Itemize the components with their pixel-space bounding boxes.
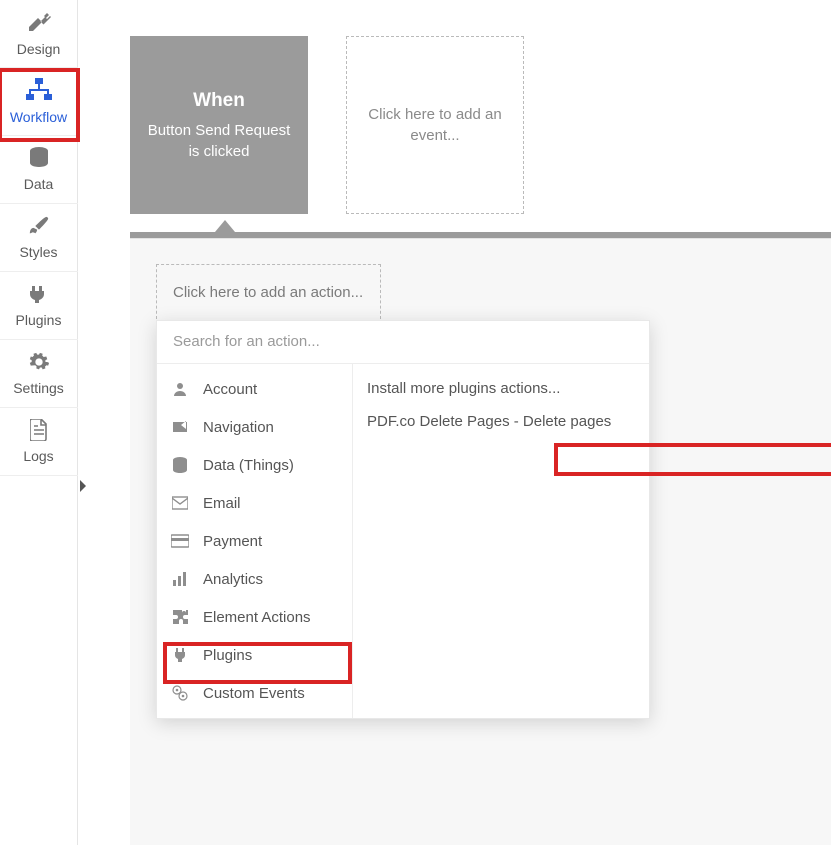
category-label: Element Actions <box>203 609 311 626</box>
action-install-more[interactable]: Install more plugins actions... <box>353 372 649 405</box>
add-action-placeholder[interactable]: Click here to add an action... <box>156 264 381 319</box>
category-label: Email <box>203 495 241 512</box>
sidebar-item-styles[interactable]: Styles <box>0 204 78 272</box>
category-plugins[interactable]: Plugins <box>157 636 352 674</box>
category-element-actions[interactable]: Element Actions <box>157 598 352 636</box>
action-list: Install more plugins actions... PDF.co D… <box>353 364 649 718</box>
brush-icon <box>28 215 50 240</box>
sidebar-item-label: Plugins <box>16 312 62 328</box>
search-input[interactable] <box>173 333 633 350</box>
category-label: Data (Things) <box>203 457 294 474</box>
sidebar: Design Workflow Data Styles Plugins Sett… <box>0 0 78 845</box>
expand-caret-icon[interactable] <box>80 480 86 492</box>
category-email[interactable]: Email <box>157 484 352 522</box>
sidebar-item-plugins[interactable]: Plugins <box>0 272 78 340</box>
category-label: Account <box>203 381 257 398</box>
sidebar-item-logs[interactable]: Logs <box>0 408 78 476</box>
category-label: Payment <box>203 533 262 550</box>
chart-icon <box>171 570 189 588</box>
category-account[interactable]: Account <box>157 370 352 408</box>
card-icon <box>171 532 189 550</box>
sidebar-item-design[interactable]: Design <box>0 0 78 68</box>
design-icon <box>27 10 51 37</box>
workflow-canvas: When Button Send Request is clicked Clic… <box>78 0 831 845</box>
sidebar-item-settings[interactable]: Settings <box>0 340 78 408</box>
event-block[interactable]: When Button Send Request is clicked <box>130 36 308 214</box>
add-event-label: Click here to add an event... <box>359 104 511 146</box>
sidebar-item-label: Design <box>17 41 61 57</box>
action-search-row <box>157 321 649 364</box>
action-picker-body: Account Navigation Data (Things) Email P… <box>157 364 649 718</box>
sidebar-item-data[interactable]: Data <box>0 136 78 204</box>
event-heading: When <box>193 88 245 115</box>
add-action-label: Click here to add an action... <box>173 284 363 301</box>
share-icon <box>171 418 189 436</box>
category-list: Account Navigation Data (Things) Email P… <box>157 364 353 718</box>
database-icon <box>29 147 49 172</box>
gear-icon <box>28 351 50 376</box>
user-icon <box>171 380 189 398</box>
file-icon <box>30 419 48 444</box>
plug-icon <box>27 283 51 308</box>
sidebar-item-label: Logs <box>23 448 53 464</box>
category-analytics[interactable]: Analytics <box>157 560 352 598</box>
puzzle-icon <box>171 608 189 626</box>
category-label: Navigation <box>203 419 274 436</box>
category-navigation[interactable]: Navigation <box>157 408 352 446</box>
category-payment[interactable]: Payment <box>157 522 352 560</box>
sidebar-item-label: Settings <box>13 380 64 396</box>
event-description: Button Send Request is clicked <box>142 120 296 162</box>
database-icon <box>171 456 189 474</box>
action-pdfco-delete-pages[interactable]: PDF.co Delete Pages - Delete pages <box>353 405 649 438</box>
gears-icon <box>171 684 189 702</box>
add-event-placeholder[interactable]: Click here to add an event... <box>346 36 524 214</box>
category-label: Custom Events <box>203 685 305 702</box>
sidebar-item-label: Styles <box>19 244 57 260</box>
sidebar-item-label: Data <box>24 176 54 192</box>
sidebar-item-workflow[interactable]: Workflow <box>0 68 78 136</box>
action-picker: Account Navigation Data (Things) Email P… <box>156 320 650 719</box>
category-label: Plugins <box>203 647 252 664</box>
sidebar-item-label: Workflow <box>10 109 67 125</box>
plug-icon <box>171 646 189 664</box>
category-data[interactable]: Data (Things) <box>157 446 352 484</box>
event-row: When Button Send Request is clicked Clic… <box>130 36 831 214</box>
category-custom-events[interactable]: Custom Events <box>157 674 352 712</box>
category-label: Analytics <box>203 571 263 588</box>
workflow-icon <box>26 78 52 105</box>
mail-icon <box>171 494 189 512</box>
